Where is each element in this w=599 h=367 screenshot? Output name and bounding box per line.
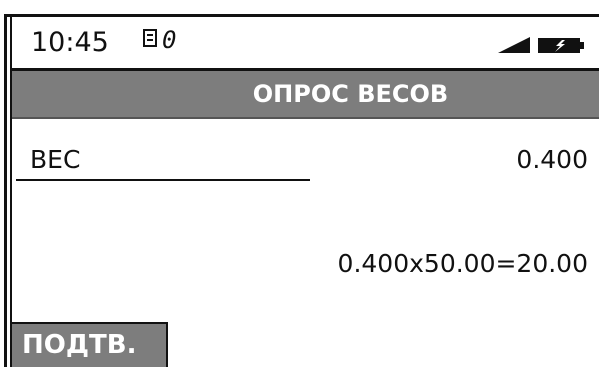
- page-title: ОПРОС ВЕСОВ: [252, 80, 449, 108]
- price-calculation: 0.400x50.00=20.00: [337, 249, 588, 278]
- weight-value: 0.400: [516, 145, 588, 174]
- frame-left-border-outer: [4, 14, 7, 367]
- weight-label: ВЕС: [30, 145, 81, 174]
- zero-slash-icon: 0: [162, 26, 177, 54]
- battery-icon: [538, 38, 584, 53]
- title-bar: ОПРОС ВЕСОВ: [12, 71, 599, 119]
- pos-display: 10:45 0 ОПРОС ВЕСОВ ВЕС 0.400 0.400x50.0…: [0, 0, 599, 367]
- status-time: 10:45: [31, 27, 109, 58]
- weight-underline: [16, 179, 310, 181]
- signal-icon: [498, 37, 530, 53]
- document-icon: [143, 29, 157, 47]
- confirm-softkey[interactable]: ПОДТВ.: [12, 322, 168, 367]
- status-bar: 10:45 0: [12, 17, 599, 68]
